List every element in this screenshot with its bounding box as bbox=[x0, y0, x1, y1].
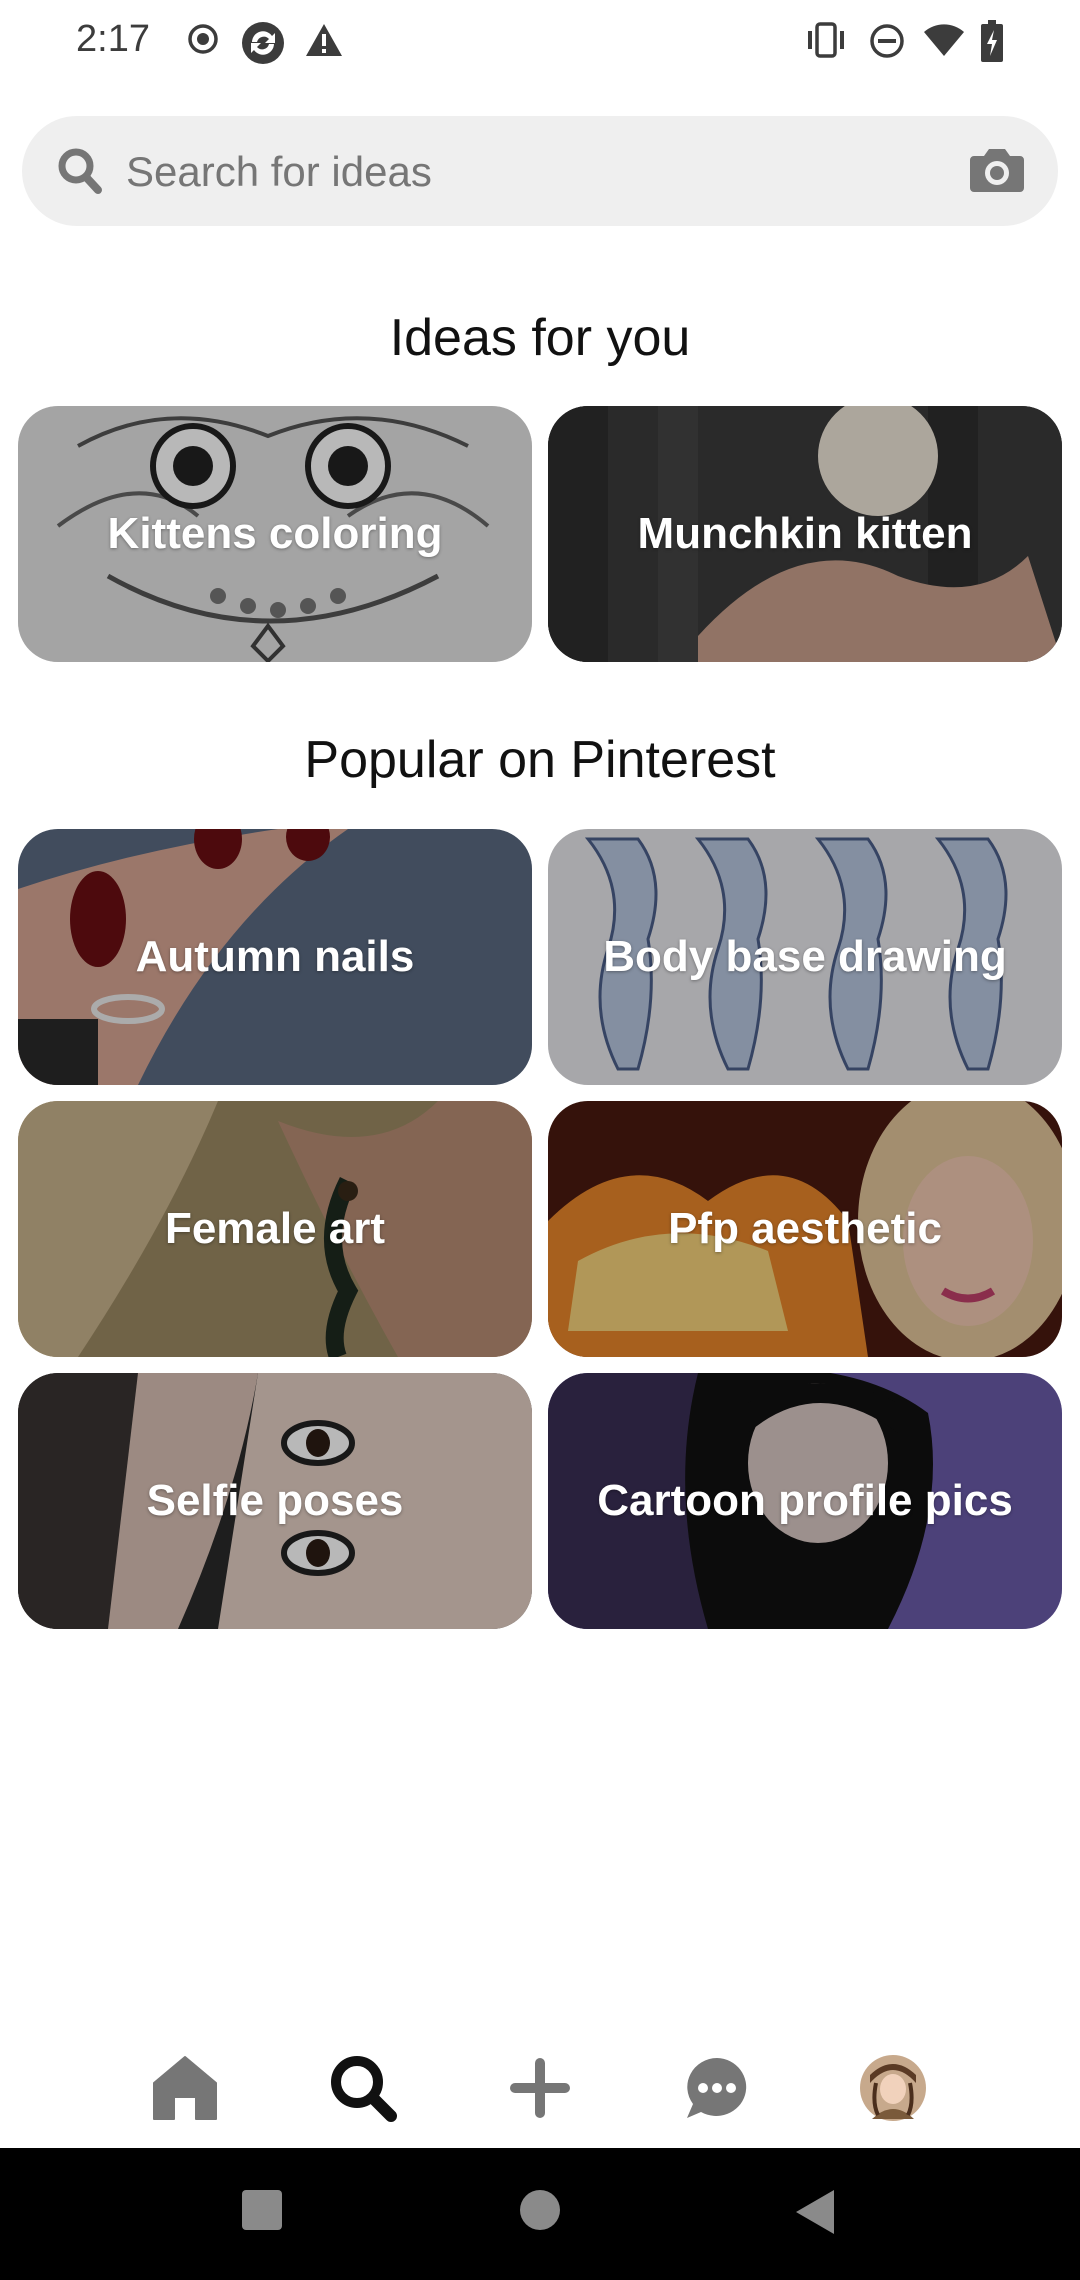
record-icon bbox=[188, 24, 218, 54]
tile-label: Cartoon profile pics bbox=[597, 1476, 1013, 1525]
nav-messages[interactable] bbox=[677, 2048, 757, 2128]
tile-label: Munchkin kitten bbox=[637, 509, 973, 558]
system-nav-bar bbox=[0, 2148, 1080, 2280]
warning-icon bbox=[306, 24, 342, 56]
search-icon bbox=[331, 2056, 397, 2122]
nav-create[interactable] bbox=[500, 2048, 580, 2128]
tile-label: Autumn nails bbox=[135, 932, 415, 981]
tile-label: Pfp aesthetic bbox=[668, 1204, 942, 1253]
tile-label: Female art bbox=[164, 1204, 386, 1253]
nav-profile[interactable] bbox=[853, 2048, 933, 2128]
status-bar: 2:17 bbox=[0, 0, 1080, 88]
sync-app-icon bbox=[242, 22, 284, 64]
tile-label: Kittens coloring bbox=[107, 509, 443, 558]
popular-tile-autumn-nails[interactable]: Autumn nails bbox=[18, 829, 532, 1085]
section-title-ideas: Ideas for you bbox=[389, 309, 691, 367]
do-not-disturb-icon bbox=[870, 24, 904, 58]
search-bar[interactable] bbox=[22, 116, 1058, 226]
popular-tile-selfie-poses[interactable]: Selfie poses bbox=[18, 1373, 532, 1629]
tile-label: Selfie poses bbox=[146, 1476, 404, 1525]
section-title-popular: Popular on Pinterest bbox=[304, 731, 776, 789]
vibrate-icon bbox=[808, 22, 844, 58]
home-circle-icon[interactable] bbox=[518, 2188, 562, 2232]
search-icon bbox=[58, 148, 102, 194]
wifi-icon bbox=[924, 24, 964, 56]
popular-tile-pfp-aesthetic[interactable]: Pfp aesthetic bbox=[548, 1101, 1062, 1357]
idea-tile-munchkin-kitten[interactable]: Munchkin kitten bbox=[548, 406, 1062, 662]
profile-avatar bbox=[860, 2055, 926, 2121]
back-icon[interactable] bbox=[794, 2188, 836, 2236]
nav-home[interactable] bbox=[145, 2048, 225, 2128]
search-input[interactable] bbox=[124, 142, 948, 202]
popular-tile-female-art[interactable]: Female art bbox=[18, 1101, 532, 1357]
home-icon bbox=[153, 2056, 217, 2120]
nav-search[interactable] bbox=[323, 2048, 403, 2128]
idea-tile-kittens-coloring[interactable]: Kittens coloring bbox=[18, 406, 532, 662]
popular-tile-body-base-drawing[interactable]: Body base drawing bbox=[548, 829, 1062, 1085]
popular-tile-cartoon-profile-pics[interactable]: Cartoon profile pics bbox=[548, 1373, 1062, 1629]
messages-icon bbox=[687, 2058, 747, 2118]
plus-icon bbox=[510, 2058, 570, 2118]
bottom-nav bbox=[0, 2020, 1080, 2148]
tile-label: Body base drawing bbox=[603, 932, 1007, 981]
battery-charging-icon bbox=[981, 20, 1003, 62]
camera-icon[interactable] bbox=[968, 144, 1026, 196]
recents-icon[interactable] bbox=[240, 2188, 284, 2232]
status-time: 2:17 bbox=[76, 18, 150, 60]
